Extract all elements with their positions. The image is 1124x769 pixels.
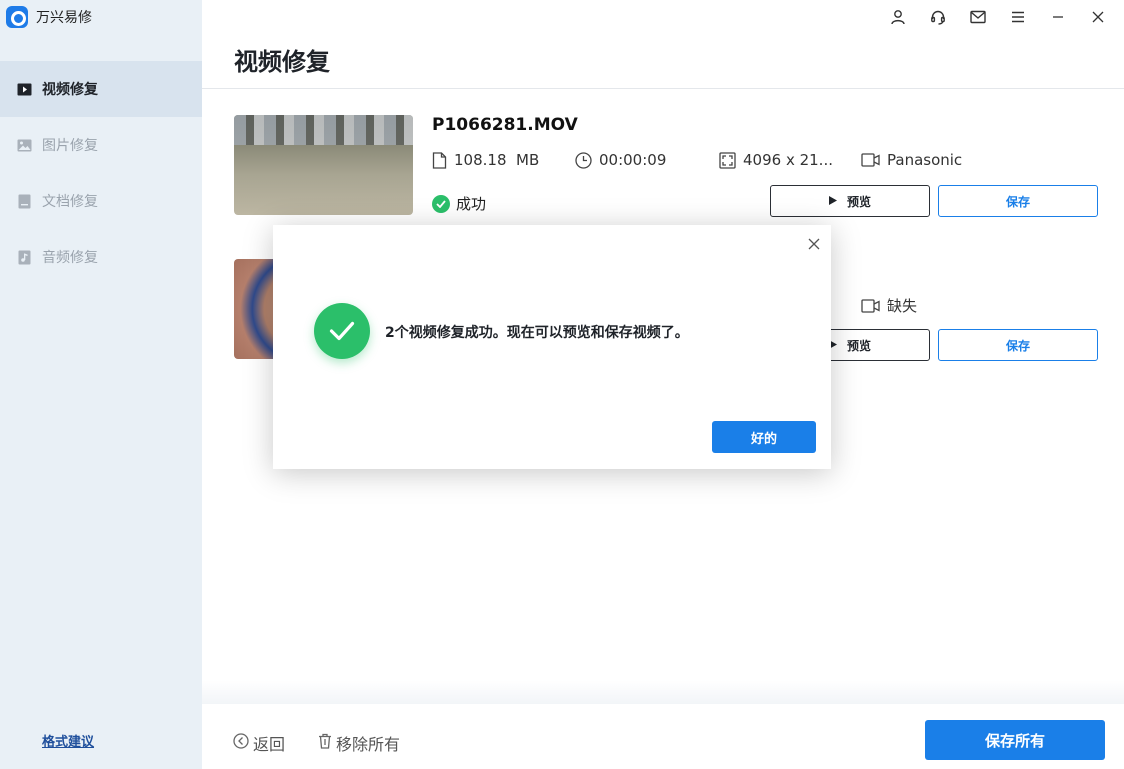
camera-icon [861,298,880,313]
audio-icon [16,249,32,265]
repair-success-dialog: 2个视频修复成功。现在可以预览和保存视频了。 好的 [273,225,831,469]
menu-icon[interactable] [998,0,1038,34]
close-icon[interactable] [1078,0,1118,34]
minimize-icon[interactable] [1038,0,1078,34]
sidebar-item-image-repair[interactable]: 图片修复 [0,117,202,173]
sidebar-item-audio-repair[interactable]: 音频修复 [0,229,202,285]
video-thumbnail[interactable] [234,115,413,215]
footer-bar: 返回 移除所有 保存所有 [202,704,1124,769]
video-camera: Panasonic [861,151,962,169]
sidebar-item-document-repair[interactable]: 文档修复 [0,173,202,229]
camera-icon [861,153,880,167]
headset-icon[interactable] [918,0,958,34]
clock-icon [575,151,592,169]
remove-all-button[interactable]: 移除所有 [318,731,400,755]
user-icon[interactable] [878,0,918,34]
sidebar-nav: 视频修复 图片修复 文档修复 音频修复 [0,61,202,285]
format-suggestion-link[interactable]: 格式建议 [42,731,94,750]
app-logo-icon [6,6,28,28]
video-camera: 缺失 [861,295,917,316]
page-title: 视频修复 [234,48,330,76]
save-button[interactable]: 保存 [938,185,1098,217]
video-icon [16,81,32,97]
save-button[interactable]: 保存 [938,329,1098,361]
play-icon [828,194,837,208]
sidebar-item-video-repair[interactable]: 视频修复 [0,61,202,117]
ok-button[interactable]: 好的 [712,421,816,453]
file-icon [432,151,447,169]
success-check-icon [432,194,450,213]
video-resolution: 4096 x 21... [719,151,833,169]
video-item: P1066281.MOV 108.18 MB 00:00:09 4096 x 2… [234,115,1104,217]
app-header: 万兴易修 [6,6,92,28]
window-toolbar [878,0,1124,34]
back-circle-icon [233,733,249,753]
app-title: 万兴易修 [36,10,92,26]
back-button[interactable]: 返回 [233,731,285,755]
video-file-name: P1066281.MOV [432,115,578,135]
sidebar-item-label: 视频修复 [42,82,98,98]
document-icon [16,193,32,209]
mail-icon[interactable] [958,0,998,34]
save-all-button[interactable]: 保存所有 [925,720,1105,760]
image-icon [16,137,32,153]
sidebar: 万兴易修 视频修复 图片修复 文档修复 音频修复 格式建议 [0,0,202,769]
preview-button[interactable]: 预览 [770,185,930,217]
success-check-icon [314,303,370,359]
video-duration: 00:00:09 [575,151,666,169]
file-size: 108.18 MB [432,151,539,169]
sidebar-item-label: 图片修复 [42,138,98,154]
sidebar-item-label: 音频修复 [42,250,98,266]
dialog-close-icon[interactable] [805,235,823,253]
dialog-message: 2个视频修复成功。现在可以预览和保存视频了。 [385,325,689,341]
footer-shadow [202,680,1124,704]
repair-status: 成功 [432,193,486,214]
trash-icon [318,733,332,753]
resolution-icon [719,151,736,169]
title-divider [202,88,1124,89]
sidebar-item-label: 文档修复 [42,194,98,210]
